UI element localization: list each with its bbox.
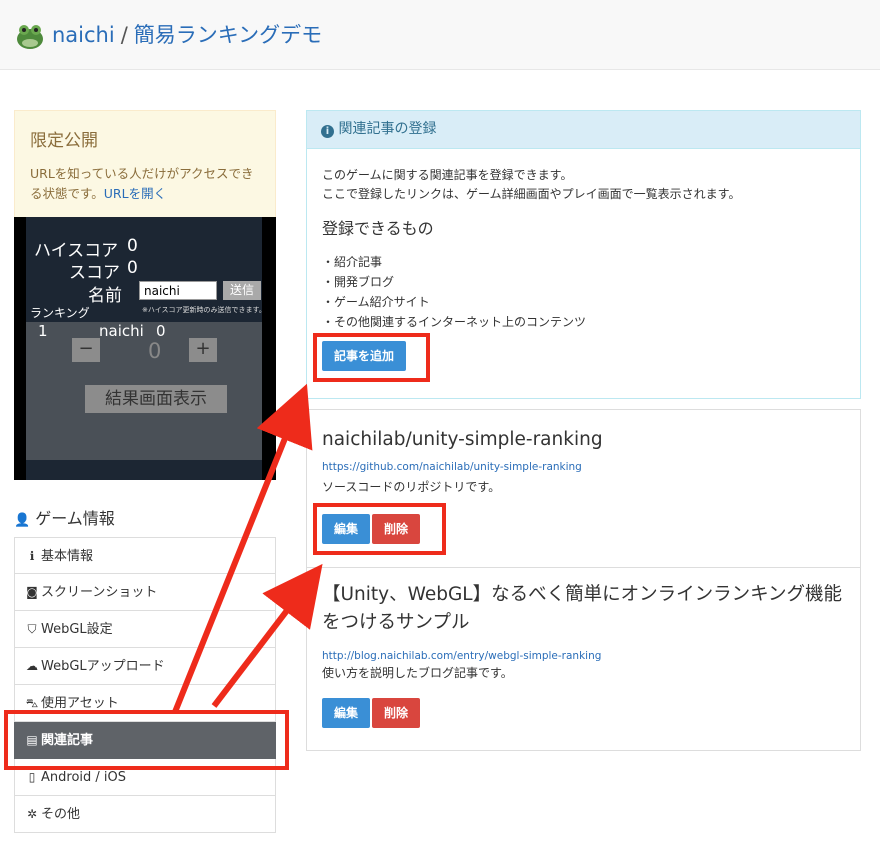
arrow-to-article-actions xyxy=(211,563,323,708)
arrow-to-add-button xyxy=(172,383,313,714)
annotation-arrows xyxy=(172,383,323,714)
